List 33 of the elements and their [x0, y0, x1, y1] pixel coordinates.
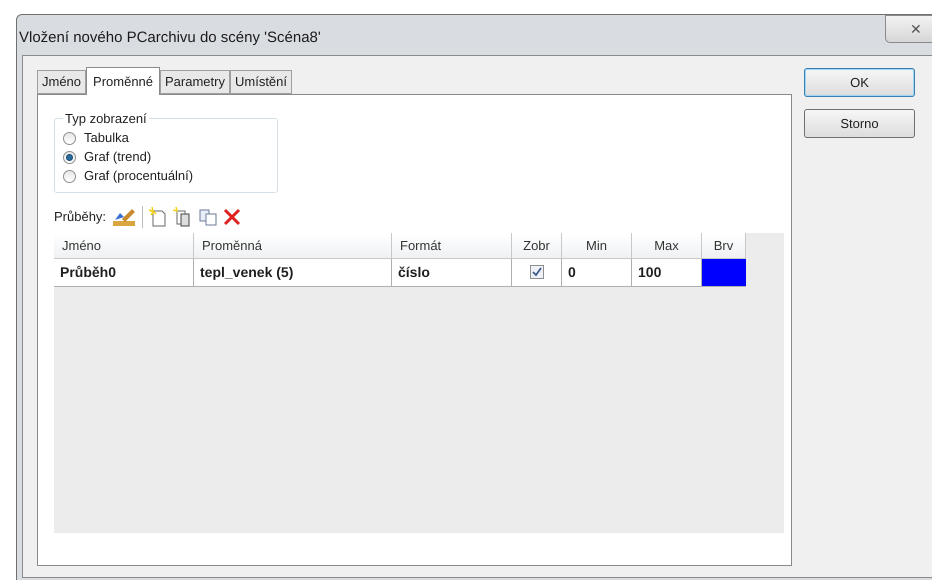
column-header[interactable]: Brv	[702, 232, 746, 258]
copy-icon[interactable]	[199, 208, 218, 226]
tab[interactable]: Jméno	[37, 70, 86, 94]
close-button[interactable]: ✕	[885, 15, 932, 43]
delete-icon[interactable]	[223, 208, 242, 226]
column-header[interactable]: Jméno	[54, 232, 194, 258]
table-cell: Průběh0	[54, 258, 194, 286]
radio-label: Tabulka	[84, 129, 129, 148]
radio-label: Graf (trend)	[84, 148, 152, 166]
group-label: Typ zobrazení	[64, 110, 148, 128]
tab[interactable]: Parametry	[160, 70, 230, 94]
color-swatch[interactable]	[702, 258, 746, 286]
column-header[interactable]: Zobr	[512, 232, 562, 258]
table-cell: 0	[562, 258, 632, 286]
radio-button[interactable]	[63, 170, 76, 182]
column-header[interactable]: Min	[562, 232, 632, 258]
column-header[interactable]: Proměnná	[194, 232, 392, 258]
new-page-icon[interactable]	[149, 206, 168, 226]
checkbox[interactable]	[530, 265, 544, 279]
radio-label: Graf (procentuální)	[84, 167, 194, 186]
table-cell: číslo	[392, 258, 512, 286]
window-title: Vložení nového PCarchivu do scény 'Scéna8'	[19, 28, 321, 48]
column-header[interactable]: Formát	[392, 232, 512, 258]
tab[interactable]: Proměnné	[86, 67, 160, 95]
dialog-button[interactable]: Storno	[804, 109, 915, 138]
radio-button[interactable]	[63, 132, 76, 144]
column-header[interactable]: Max	[632, 232, 702, 258]
tab[interactable]: Umístění	[230, 70, 292, 94]
radio-button[interactable]	[63, 150, 76, 164]
dialog-button[interactable]: OK	[804, 68, 915, 97]
traces-label: Průběhy:	[54, 208, 106, 226]
edit-icon[interactable]	[112, 206, 136, 226]
table-cell: tepl_venek (5)	[194, 258, 392, 286]
